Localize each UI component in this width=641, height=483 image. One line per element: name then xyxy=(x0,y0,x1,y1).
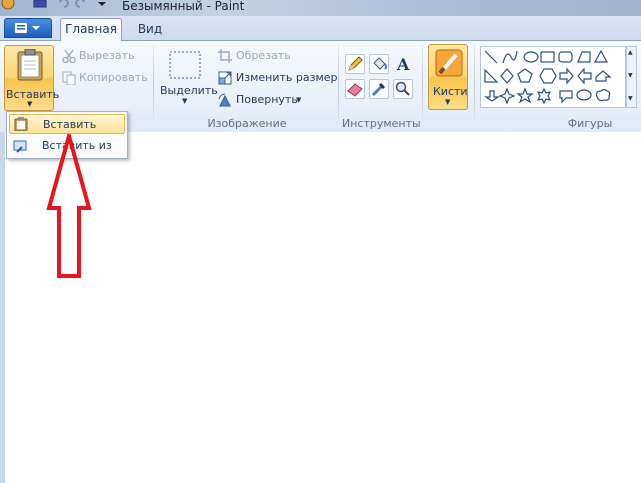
chevron-down-icon: ▼ xyxy=(182,97,188,105)
cut-label: Вырезать xyxy=(79,49,135,62)
cloud-shape-icon xyxy=(595,88,611,102)
polygon-shape-icon xyxy=(577,51,591,63)
fill-tool[interactable] xyxy=(369,54,389,74)
shapes-gallery[interactable] xyxy=(480,46,626,108)
chevron-up-icon: ▲ xyxy=(628,49,633,56)
shapes-scrollbar[interactable]: ▲ ▼ ▼ xyxy=(626,46,637,108)
paint-bucket-icon xyxy=(373,57,387,70)
cut-button[interactable]: Вырезать xyxy=(60,47,150,65)
magnifier-tool[interactable] xyxy=(393,79,413,99)
shapes-group-label: Фигуры xyxy=(567,117,613,130)
callout-rect-shape-icon xyxy=(559,90,573,104)
copy-icon xyxy=(62,71,76,85)
brushes-button[interactable]: Кисти ▼ xyxy=(428,44,468,110)
eraser-icon xyxy=(347,83,363,97)
curve-shape-icon xyxy=(502,50,518,64)
chevron-down-icon: ▼ xyxy=(296,96,302,104)
menu-item-paste[interactable]: Вставить xyxy=(9,114,125,134)
copy-button[interactable]: Копировать xyxy=(60,69,150,87)
tab-view[interactable]: Вид xyxy=(132,20,168,38)
brushes-label: Кисти xyxy=(433,85,468,98)
image-group-label: Изображение xyxy=(207,117,287,130)
crop-label: Обрезать xyxy=(236,49,291,62)
clipboard-icon xyxy=(17,49,43,81)
resize-label: Изменить размер xyxy=(236,71,338,84)
brush-icon xyxy=(435,49,463,77)
pencil-icon xyxy=(348,56,363,71)
group-separator xyxy=(422,45,423,127)
expand-icon: ▼ xyxy=(628,95,633,102)
rounded-rectangle-shape-icon xyxy=(558,51,573,63)
resize-button[interactable]: Изменить размер xyxy=(216,69,338,87)
magnifier-icon xyxy=(395,81,410,96)
rotate-button[interactable]: Повернуть ▼ xyxy=(216,91,326,109)
tools-group-label: Инструменты xyxy=(342,117,421,130)
paste-button[interactable]: Вставить ▼ xyxy=(4,45,59,111)
chevron-down-icon: ▼ xyxy=(445,98,451,106)
scissors-icon xyxy=(62,49,76,63)
five-point-star-shape-icon xyxy=(516,87,534,104)
arrow-left-shape-icon xyxy=(577,67,592,85)
window-title: Безымянный - Paint xyxy=(122,0,245,13)
arrow-right-shape-icon xyxy=(559,67,574,85)
text-icon: A xyxy=(396,55,410,74)
oval-shape-icon xyxy=(523,51,539,63)
diamond-shape-icon xyxy=(500,68,514,84)
clipboard-icon xyxy=(14,117,28,131)
right-triangle-shape-icon xyxy=(484,68,499,83)
menu-icon xyxy=(15,23,40,33)
hexagon-shape-icon xyxy=(539,68,557,84)
pencil-tool[interactable] xyxy=(345,54,365,74)
select-label: Выделить xyxy=(160,84,218,97)
crop-button[interactable]: Обрезать xyxy=(216,47,326,65)
group-separator xyxy=(338,45,339,127)
menu-item-paste-label: Вставить xyxy=(43,118,97,131)
eraser-tool[interactable] xyxy=(345,79,365,99)
drawing-canvas[interactable] xyxy=(5,132,641,483)
chevron-down-icon: ▼ xyxy=(27,100,33,108)
svg-text:A: A xyxy=(396,55,410,73)
eyedropper-icon xyxy=(371,82,386,97)
group-separator xyxy=(153,45,154,127)
callout-oval-shape-icon xyxy=(576,89,592,101)
shapes-grid xyxy=(484,49,612,105)
copy-label: Копировать xyxy=(79,71,148,84)
red-arrow-annotation xyxy=(46,134,92,278)
arrow-down-shape-icon xyxy=(484,90,500,102)
color-picker-tool[interactable] xyxy=(369,79,389,99)
line-shape-icon xyxy=(484,50,498,64)
arrow-up-shape-icon xyxy=(595,70,612,82)
app-menu-button[interactable] xyxy=(4,18,52,38)
title-bar: Безымянный - Paint xyxy=(0,0,641,16)
rectangle-shape-icon xyxy=(540,51,555,63)
pentagon-shape-icon xyxy=(517,68,533,83)
six-point-star-shape-icon xyxy=(536,87,552,105)
tab-home[interactable]: Главная xyxy=(60,18,122,41)
select-button[interactable]: Выделить ▼ xyxy=(158,47,218,111)
rotate-icon xyxy=(218,93,231,107)
group-separator xyxy=(474,45,475,127)
triangle-shape-icon xyxy=(593,49,609,63)
resize-icon xyxy=(218,71,232,85)
paste-from-file-icon xyxy=(13,140,27,153)
text-tool[interactable]: A xyxy=(393,54,413,74)
rotate-label: Повернуть xyxy=(236,93,298,106)
selection-icon xyxy=(169,51,201,79)
four-point-star-shape-icon xyxy=(498,87,516,105)
crop-icon xyxy=(218,49,232,63)
chevron-down-icon: ▼ xyxy=(628,72,633,79)
paste-label: Вставить xyxy=(6,88,60,101)
quick-access-toolbar xyxy=(1,0,106,10)
ribbon-tab-row: Главная Вид xyxy=(0,16,641,41)
